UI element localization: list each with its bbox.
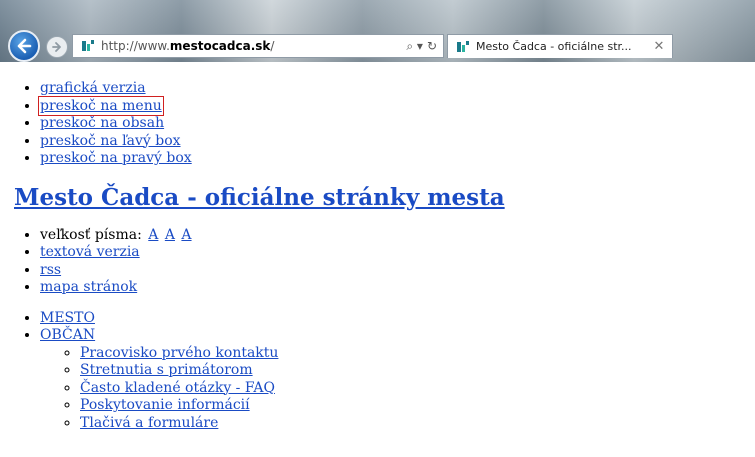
submenu-item: Tlačivá a formuláre: [80, 415, 755, 433]
submenu-mayor-meetings[interactable]: Stretnutia s primátorom: [80, 362, 253, 378]
page-title: Mesto Čadca - oficiálne stránky mesta: [14, 183, 755, 213]
search-icon[interactable]: ⌕ ▾: [406, 39, 423, 54]
list-item: veľkosť písma: A A A: [40, 227, 755, 245]
skip-to-menu-link[interactable]: preskoč na menu: [38, 95, 164, 116]
page-content: grafická verzia preskoč na menu preskoč …: [0, 62, 755, 432]
submenu-item: Pracovisko prvého kontaktu: [80, 345, 755, 363]
list-item: preskoč na obsah: [40, 115, 755, 133]
tools-list: veľkosť písma: A A A textová verzia rss …: [40, 227, 755, 297]
skip-to-content-link[interactable]: preskoč na obsah: [40, 115, 164, 131]
sitemap-link[interactable]: mapa stránok: [40, 279, 137, 295]
address-bar[interactable]: http://www.mestocadca.sk/ ⌕ ▾ ↻: [72, 34, 444, 58]
skip-to-right-box-link[interactable]: preskoč na pravý box: [40, 150, 192, 166]
submenu-first-contact[interactable]: Pracovisko prvého kontaktu: [80, 345, 278, 361]
submenu-item: Stretnutia s primátorom: [80, 362, 755, 380]
menu-item: OBČAN Pracovisko prvého kontaktu Stretnu…: [40, 327, 755, 432]
text-version-link[interactable]: textová verzia: [40, 244, 140, 260]
font-size-medium-link[interactable]: A: [165, 227, 175, 243]
tab-favicon-icon: [456, 40, 470, 54]
back-arrow-icon: [17, 38, 32, 54]
menu-item-mesto[interactable]: MESTO: [40, 310, 95, 326]
list-item: textová verzia: [40, 244, 755, 262]
graphic-version-link[interactable]: grafická verzia: [40, 80, 146, 96]
menu-item-obcan[interactable]: OBČAN: [40, 327, 95, 343]
submenu-item: Poskytovanie informácií: [80, 397, 755, 415]
list-item: mapa stránok: [40, 279, 755, 297]
main-menu: MESTO OBČAN Pracovisko prvého kontaktu S…: [40, 310, 755, 433]
skip-to-left-box-link[interactable]: preskoč na ľavý box: [40, 133, 181, 149]
submenu-item: Často kladené otázky - FAQ: [80, 380, 755, 398]
list-item: preskoč na ľavý box: [40, 133, 755, 151]
url-suffix: /: [270, 39, 275, 53]
browser-tab[interactable]: Mesto Čadca - oficiálne str... ✕: [447, 34, 673, 58]
list-item: grafická verzia: [40, 80, 755, 98]
forward-button[interactable]: [46, 36, 68, 58]
url-text[interactable]: http://www.mestocadca.sk/: [101, 39, 406, 53]
font-size-small-link[interactable]: A: [148, 227, 158, 243]
back-button[interactable]: [8, 30, 40, 62]
url-domain: mestocadca.sk: [169, 39, 271, 53]
list-item: preskoč na pravý box: [40, 150, 755, 168]
url-prefix: http://www.: [101, 39, 170, 53]
submenu-faq[interactable]: Často kladené otázky - FAQ: [80, 380, 275, 396]
submenu-forms[interactable]: Tlačivá a formuláre: [80, 415, 218, 431]
submenu-information[interactable]: Poskytovanie informácií: [80, 397, 250, 413]
submenu-obcan: Pracovisko prvého kontaktu Stretnutia s …: [80, 345, 755, 433]
font-size-label: veľkosť písma:: [40, 226, 142, 243]
site-favicon-icon: [81, 39, 95, 53]
refresh-icon[interactable]: ↻: [427, 39, 437, 53]
font-size-large-link[interactable]: A: [181, 227, 191, 243]
forward-arrow-icon: [52, 42, 61, 52]
tab-title: Mesto Čadca - oficiálne str...: [476, 40, 632, 53]
list-item: preskoč na menu: [38, 95, 755, 116]
skip-links: grafická verzia preskoč na menu preskoč …: [38, 62, 755, 168]
rss-link[interactable]: rss: [40, 262, 61, 278]
site-title-link[interactable]: Mesto Čadca - oficiálne stránky mesta: [14, 184, 505, 211]
list-item: rss: [40, 262, 755, 280]
close-icon[interactable]: ✕: [652, 39, 666, 54]
menu-item: MESTO: [40, 310, 755, 328]
